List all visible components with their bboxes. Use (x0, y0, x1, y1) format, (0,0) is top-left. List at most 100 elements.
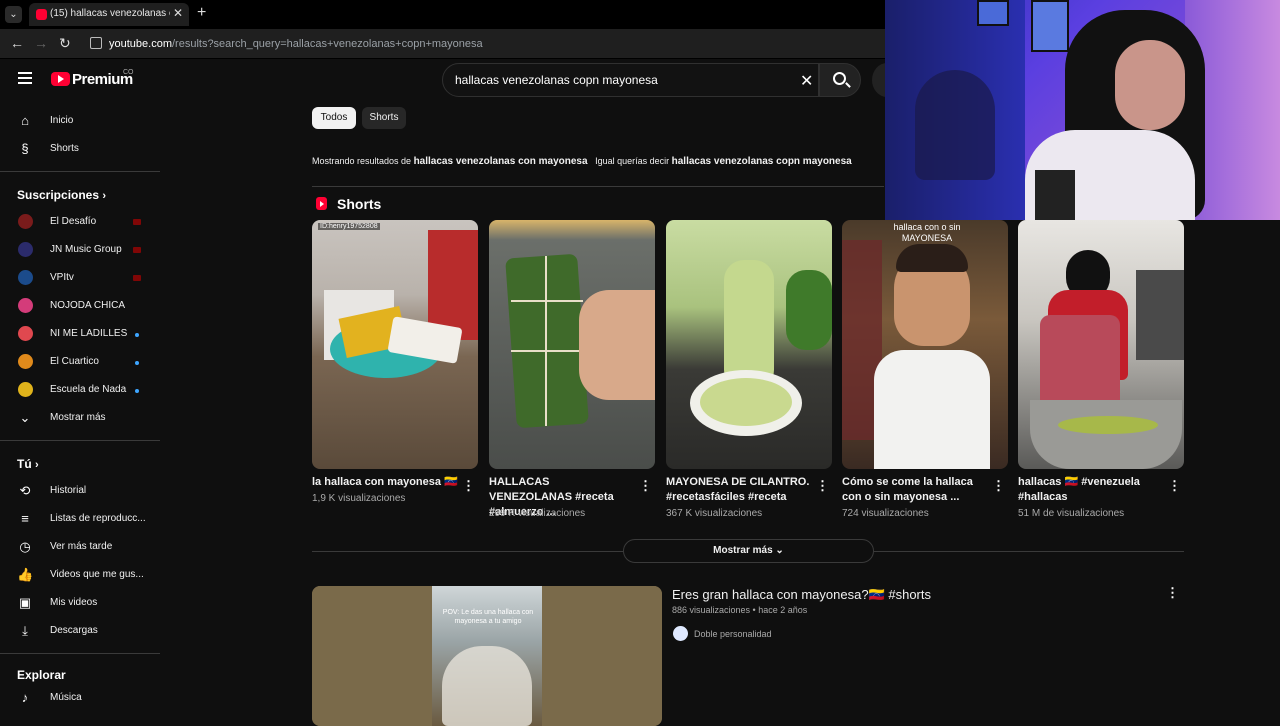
you-heading[interactable]: Tú › (17, 457, 39, 471)
tab-title: (15) hallacas venezolanas copn (50, 8, 170, 19)
sidebar-item-label: Inicio (50, 115, 74, 126)
sidebar-show-more[interactable]: ⌄ Mostrar más (0, 405, 160, 433)
corrected-query-link[interactable]: hallacas venezolanas con mayonesa (414, 156, 588, 167)
sidebar-item-home[interactable]: ⌂ Inicio (0, 108, 160, 136)
back-arrow-icon[interactable]: ← (10, 35, 24, 51)
suggestion-showing-text: Mostrando resultados de (312, 156, 412, 166)
shorts-icon: § (21, 141, 29, 156)
sidebar-item-downloads[interactable]: ⤓ Descargas (0, 618, 160, 646)
youtube-logo-icon[interactable] (51, 72, 70, 86)
new-content-dot-icon (135, 333, 139, 337)
sidebar-item-playlists[interactable]: ≡ Listas de reproducc... (0, 506, 160, 534)
sidebar-item-watch-later[interactable]: ◷ Ver más tarde (0, 534, 160, 562)
original-query-link[interactable]: hallacas venezolanas copn mayonesa (672, 156, 852, 167)
avatar (18, 326, 33, 341)
tab-search-menu-button[interactable]: ⌄ (5, 6, 22, 23)
sidebar-item-subscription[interactable]: El Desafío (0, 209, 160, 237)
more-options-icon[interactable]: ⋮ (992, 478, 1005, 494)
sidebar-item-shorts[interactable]: § Shorts (0, 136, 160, 164)
live-icon (133, 247, 141, 253)
search-input-value: hallacas venezolanas copn mayonesa (455, 73, 658, 87)
playlist-icon: ≡ (21, 511, 29, 526)
filter-chip-shorts[interactable]: Shorts (362, 107, 406, 129)
sidebar-item-subscription[interactable]: NI ME LADILLES (0, 321, 160, 349)
sidebar-divider (0, 440, 160, 441)
short-thumbnail[interactable] (666, 220, 832, 469)
thumbs-up-icon: 👍 (17, 567, 34, 582)
sidebar-item-music[interactable]: ♪ Música (0, 685, 160, 713)
short-title[interactable]: MAYONESA DE CILANTRO. #recetasfáciles #r… (666, 475, 812, 505)
short-views: 299 K visualizaciones (489, 508, 586, 519)
sidebar-item-subscription[interactable]: JN Music Group (0, 237, 160, 265)
short-thumbnail[interactable]: hallaca con o sin MAYONESA (842, 220, 1008, 469)
video-title[interactable]: Eres gran hallaca con mayonesa?🇻🇪 #short… (672, 587, 931, 603)
avatar (18, 242, 33, 257)
avatar (18, 298, 33, 313)
show-more-label: Mostrar más (713, 545, 773, 556)
webcam-overlay (885, 0, 1280, 220)
thumbnail-overlay-text: hallaca con o sin MAYONESA (893, 222, 961, 243)
section-divider (874, 551, 1184, 552)
avatar (18, 214, 33, 229)
chevron-down-icon: ⌄ (19, 410, 31, 425)
sidebar-item-history[interactable]: ⟲ Historial (0, 478, 160, 506)
video-thumbnail[interactable]: POV: Le das una hallaca con mayonesa a t… (312, 586, 662, 726)
music-note-icon: ♪ (21, 690, 29, 705)
channel-avatar[interactable] (673, 626, 688, 641)
section-divider (312, 186, 884, 187)
new-tab-button[interactable]: + (197, 4, 206, 22)
more-options-icon[interactable]: ⋮ (1168, 478, 1181, 494)
avatar (18, 270, 33, 285)
shorts-section-title: Shorts (337, 196, 382, 212)
sidebar-item-label: Shorts (50, 143, 79, 154)
sidebar-item-label: Listas de reproducc... (50, 513, 146, 524)
chevron-right-icon: › (102, 190, 107, 202)
channel-name[interactable]: Doble personalidad (694, 629, 772, 639)
youtube-favicon-icon (36, 9, 47, 20)
site-settings-icon[interactable] (90, 37, 102, 49)
short-thumbnail[interactable] (489, 220, 655, 469)
show-more-shorts-button[interactable]: Mostrar más ⌄ (623, 539, 874, 563)
explore-heading: Explorar (17, 668, 66, 682)
forward-arrow-icon[interactable]: → (34, 35, 48, 51)
sidebar-item-label: Música (50, 692, 82, 703)
sidebar-item-subscription[interactable]: El Cuartico (0, 349, 160, 377)
subscriptions-heading[interactable]: Suscripciones › (17, 188, 106, 202)
sidebar-item-label: Ver más tarde (50, 541, 113, 552)
reload-icon[interactable]: ↻ (59, 35, 71, 52)
short-thumbnail[interactable] (1018, 220, 1184, 469)
sidebar: ⌂ Inicio § Shorts Suscripciones › El Des… (0, 103, 160, 720)
short-views: 51 M de visualizaciones (1018, 508, 1125, 519)
live-icon (133, 219, 141, 225)
chevron-right-icon: › (35, 459, 39, 471)
sidebar-item-label: Mis videos (50, 597, 98, 608)
browser-tab[interactable]: (15) hallacas venezolanas copn ✕ (29, 3, 189, 26)
filter-chip-all[interactable]: Todos (312, 107, 356, 129)
search-input[interactable]: hallacas venezolanas copn mayonesa ✕ (442, 63, 819, 97)
menu-icon[interactable] (18, 72, 32, 84)
url-path: /results?search_query=hallacas+venezolan… (171, 38, 483, 50)
sidebar-item-my-videos[interactable]: ▣ Mis videos (0, 590, 160, 618)
more-options-icon[interactable]: ⋮ (462, 478, 475, 494)
short-title[interactable]: la hallaca con mayonesa 🇻🇪 (312, 475, 458, 490)
more-options-icon[interactable]: ⋮ (639, 478, 652, 494)
more-options-icon[interactable]: ⋮ (816, 478, 829, 494)
history-icon: ⟲ (19, 483, 31, 498)
video-icon: ▣ (18, 595, 32, 610)
short-thumbnail[interactable]: ID:henry19752808 (312, 220, 478, 469)
sidebar-item-liked-videos[interactable]: 👍 Videos que me gus... (0, 562, 160, 590)
clear-search-icon[interactable]: ✕ (800, 71, 813, 91)
tab-close-icon[interactable]: ✕ (173, 6, 183, 20)
sidebar-item-subscription[interactable]: VPItv (0, 265, 160, 293)
short-title[interactable]: hallacas 🇻🇪 #venezuela #hallacas (1018, 475, 1164, 505)
more-options-icon[interactable]: ⋮ (1166, 585, 1179, 601)
chevron-down-icon: ⌄ (775, 545, 784, 556)
suggestion-instead-text: Igual querías decir (595, 156, 670, 166)
url-host: youtube.com (109, 38, 172, 50)
short-title[interactable]: Cómo se come la hallaca con o sin mayone… (842, 475, 988, 505)
country-code: CO (123, 69, 134, 76)
sidebar-item-subscription[interactable]: NOJODA CHICA (0, 293, 160, 321)
sidebar-item-subscription[interactable]: Escuela de Nada (0, 377, 160, 405)
search-button[interactable] (819, 63, 861, 97)
subscriptions-title: Suscripciones (17, 188, 100, 202)
